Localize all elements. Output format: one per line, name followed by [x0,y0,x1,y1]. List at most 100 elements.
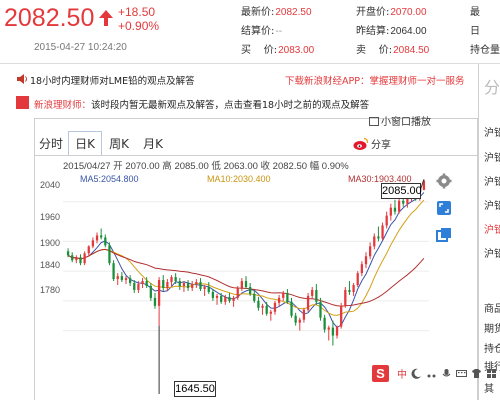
candle-body [402,200,405,204]
candle-body [124,278,128,281]
tools-grid-icon[interactable] [486,368,497,379]
candle-body [232,297,235,301]
download-app-link[interactable]: 下载新浪财经APP：掌握理财师一对一服务 [285,73,464,87]
candle-body [344,289,347,306]
y-tick-label: 1780 [40,285,61,295]
candle-body [273,302,277,312]
ime-toolbar[interactable]: S 中 [372,364,497,382]
right-col-link[interactable]: 商品 [484,300,500,315]
settings-gear-icon[interactable] [436,173,452,189]
candle-body [373,236,376,247]
right-col-link-active[interactable]: 沪铅 [484,221,500,236]
candle-body [236,287,239,298]
news-advisor-link[interactable]: 18小时内理财师对LME铅的观点及解答 [30,73,195,87]
candle-body [75,257,78,261]
candle-body [253,293,256,301]
advisor-label[interactable]: 新浪理财师： [34,100,91,111]
right-col-link[interactable]: 持仓 [484,340,500,355]
right-column-divider [478,64,479,400]
right-col-link[interactable]: 沪铅 [484,149,500,164]
field-prev-settle: 昨结算: 2064.00 [356,22,429,41]
field-value: 2083.00 [278,45,315,56]
candle-body [174,277,177,282]
candle-body [186,283,190,288]
candle-body [340,305,343,327]
candle-body [87,246,90,254]
candle-body [335,326,339,336]
candle-body [228,296,231,301]
field-high-cut: 最 [470,7,480,18]
tab-intraday[interactable]: 分时 [34,131,68,156]
candle-body [220,295,223,302]
chart-side-tools [436,173,454,254]
right-col-link[interactable]: 期货 [484,320,500,335]
candle-body [141,281,144,285]
tab-daily-k[interactable]: 日K [68,131,102,156]
candle-body [327,327,330,330]
candle-body [348,289,351,292]
candle-body [397,200,401,212]
candle-body [385,215,388,226]
candle-body [323,317,326,330]
candle-body [182,283,186,286]
keyboard-icon[interactable] [456,368,467,379]
field-label: 买 价: [241,45,278,56]
candle-body [104,237,107,246]
quote-fields-col3: 最 日 持仓量 [470,3,500,60]
candle-body [207,286,210,292]
candle-body [261,305,264,308]
candle-body [265,305,268,314]
tab-weekly-k[interactable]: 周K [102,131,136,156]
field-bid: 买 价: 2083.00 [241,41,314,60]
field-value: 2084.50 [393,45,430,56]
candle-body [170,277,173,283]
weibo-share-button[interactable]: 分享 [353,136,391,151]
news-bar-answers[interactable]: 新浪理财师：该时段内暂无最新观点及解答，点击查看18小时之前的观点及解答 [0,92,478,114]
candle-body [352,285,355,292]
right-col-link[interactable]: 沪铅 [484,197,500,212]
low-price-callout: 1645.50 [174,381,216,397]
right-col-link[interactable]: 沪铅 [484,173,500,188]
right-col-link[interactable]: 其 [484,380,494,395]
window-icon [369,117,379,126]
field-value: 2064.00 [390,26,427,37]
field-value: 2070.00 [390,7,427,18]
change-amount: +18.50 [118,5,156,19]
candle-body [290,301,293,316]
y-tick-label: 2040 [40,180,61,190]
advisor-badge-icon [16,96,29,109]
candle-body [389,207,392,216]
mini-window-button[interactable]: 小窗口播放 [369,113,431,128]
field-label: 开盘价: [356,7,390,18]
microphone-icon[interactable] [441,368,452,379]
y-tick-label: 1960 [40,212,61,222]
candle-body [269,311,272,314]
tab-monthly-k[interactable]: 月K [136,131,170,156]
right-col-link[interactable]: 沪铅 [484,245,500,260]
fullscreen-expand-icon[interactable] [436,200,452,216]
news-answers-text[interactable]: 新浪理财师：该时段内暂无最新观点及解答，点击查看18小时之前的观点及解答 [34,97,369,111]
shirt-skin-icon[interactable] [471,368,482,379]
punctuation-icon[interactable] [426,368,437,379]
candle-body [306,295,310,310]
moon-icon[interactable] [411,368,422,379]
candle-body [311,289,314,296]
y-tick-label: 1840 [40,260,61,270]
candle-body [377,236,380,239]
candle-body [157,280,161,306]
sogou-logo-icon: S [372,364,389,382]
ime-mode-label[interactable]: 中 [397,366,407,381]
popout-window-icon[interactable] [436,227,452,243]
ma5-line [67,192,425,329]
right-col-link[interactable]: 沪铅 [484,124,500,139]
candle-body [277,297,281,303]
answers-rest: 该时段内暂无最新观点及解答，点击查看18小时之前的观点及解答 [91,100,370,111]
field-settle: 结算价: -- [241,22,314,41]
candle-body [149,286,152,298]
candle-body [240,281,243,288]
candle-body [215,295,219,298]
candle-body [100,235,103,238]
candle-body [298,319,301,323]
news-bar-advisor[interactable]: 18小时内理财师对LME铅的观点及解答 下载新浪财经APP：掌握理财师一对一服务 [0,68,478,90]
quote-datetime: 2015-04-27 10:24:20 [34,42,127,53]
